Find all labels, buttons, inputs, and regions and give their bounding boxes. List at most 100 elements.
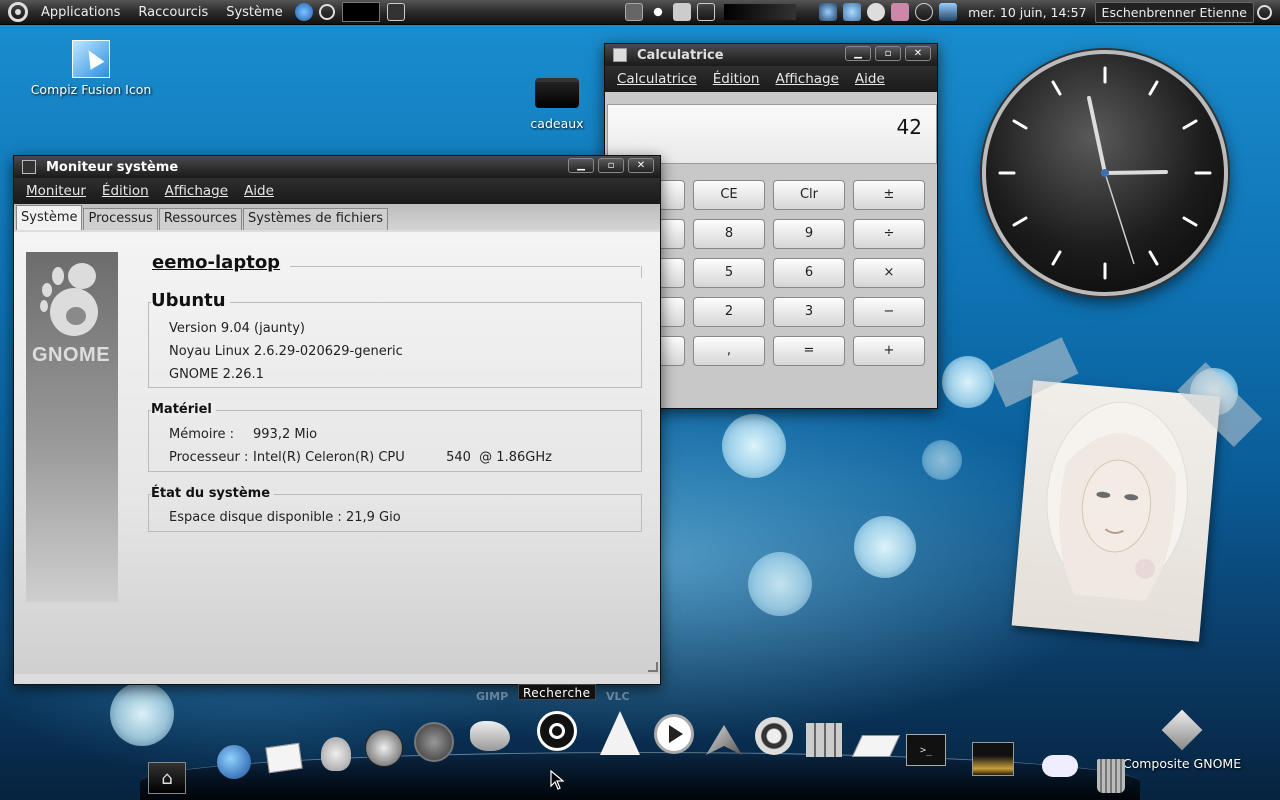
messenger-dock-icon[interactable]: [316, 734, 356, 774]
mail-dock-icon[interactable]: [264, 738, 304, 778]
sysmon-menu-moniteur[interactable]: Moniteur: [18, 183, 94, 199]
faded-label-vlc: VLC: [606, 690, 630, 703]
calc-menu-affichage[interactable]: Affichage: [768, 71, 847, 87]
sysmon-menu-edition[interactable]: Édition: [94, 183, 157, 199]
desktop-icon-composite-gnome[interactable]: Composite GNOME: [1112, 709, 1252, 771]
desktop-icon-label: cadeaux: [530, 116, 584, 131]
trash-applet-icon[interactable]: [673, 3, 692, 21]
sysmon-menu-aide[interactable]: Aide: [236, 183, 282, 199]
cpu-label: Processeur :: [169, 450, 249, 465]
disk-space: Espace disque disponible : 21,9 Gio: [169, 510, 401, 525]
calc-button-equals[interactable]: =: [773, 336, 845, 366]
brightness-icon[interactable]: [649, 3, 668, 21]
calc-button-clr[interactable]: Clr: [773, 180, 845, 210]
hostname: eemo-laptop: [152, 252, 281, 273]
calc-menu-calculatrice[interactable]: Calculatrice: [609, 71, 705, 87]
minimize-button[interactable]: ▁: [568, 158, 594, 173]
firefox-icon[interactable]: [214, 742, 254, 782]
close-button[interactable]: ✕: [905, 46, 931, 61]
terminal-icon[interactable]: >_: [906, 734, 946, 766]
calc-menu-aide[interactable]: Aide: [847, 71, 893, 87]
synaptic-icon[interactable]: [364, 728, 404, 768]
folder-icon: [535, 78, 579, 108]
calculator-window-icon: [613, 48, 627, 62]
settings-dock-icon[interactable]: [414, 722, 454, 762]
sysmon-titlebar[interactable]: Moniteur système ▁ ▫ ✕: [14, 156, 660, 178]
desktop-icon-compiz[interactable]: Compiz Fusion Icon: [26, 40, 156, 97]
tab-systeme[interactable]: Système: [16, 205, 83, 230]
show-desktop-icon[interactable]: [386, 3, 405, 21]
desktop-icon-cadeaux[interactable]: cadeaux: [522, 78, 592, 131]
bokeh-light: [110, 682, 174, 746]
menu-raccourcis[interactable]: Raccourcis: [129, 0, 217, 25]
minimize-button[interactable]: ▁: [845, 46, 871, 61]
text-editor-icon[interactable]: [851, 726, 901, 766]
home-folder-icon[interactable]: ⌂: [148, 762, 186, 794]
calc-button-5[interactable]: 5: [693, 258, 765, 288]
cpu-graph-applet: [724, 4, 797, 20]
sysmon-menu-affichage[interactable]: Affichage: [157, 183, 236, 199]
flower-icon[interactable]: [891, 3, 910, 21]
calc-button-ce[interactable]: CE: [693, 180, 765, 210]
settings-icon[interactable]: [915, 3, 934, 21]
calc-button-decimal[interactable]: ,: [693, 336, 765, 366]
calc-button-3[interactable]: 3: [773, 297, 845, 327]
gimp-icon[interactable]: [470, 716, 510, 756]
firefox-launcher-icon[interactable]: [294, 3, 313, 21]
resize-grip-icon[interactable]: [648, 662, 658, 672]
tab-ressources[interactable]: Ressources: [158, 208, 242, 230]
ubuntu-logo-icon[interactable]: [8, 2, 28, 22]
inkscape-icon[interactable]: [704, 720, 744, 760]
bokeh-light: [942, 356, 994, 408]
workspaces-icon[interactable]: [804, 720, 844, 760]
media-player-icon[interactable]: [654, 714, 694, 754]
search-icon[interactable]: [534, 708, 580, 754]
analog-clock-widget[interactable]: [982, 50, 1228, 296]
tab-processus[interactable]: Processus: [83, 208, 158, 230]
calc-button-divide[interactable]: ÷: [853, 219, 925, 249]
trash-icon[interactable]: [1094, 756, 1128, 796]
volume-icon[interactable]: [939, 3, 958, 21]
gnome-version: GNOME 2.26.1: [169, 367, 264, 382]
close-button[interactable]: ✕: [628, 158, 654, 173]
calc-button-plus[interactable]: +: [853, 336, 925, 366]
power-icon[interactable]: [1257, 4, 1272, 20]
calc-button-minus[interactable]: −: [853, 297, 925, 327]
calculator-titlebar[interactable]: Calculatrice ▁ ▫ ✕: [605, 44, 937, 66]
calc-button-plus-minus[interactable]: ±: [853, 180, 925, 210]
panel-clock[interactable]: mer. 10 juin, 14:57: [960, 5, 1094, 20]
system-monitor-window[interactable]: Moniteur système ▁ ▫ ✕ Moniteur Édition …: [13, 155, 661, 685]
messenger-icon[interactable]: [843, 3, 862, 21]
maximize-button[interactable]: ▫: [875, 46, 901, 61]
bokeh-light: [854, 516, 916, 578]
calc-menu-edition[interactable]: Édition: [705, 71, 768, 87]
video-editor-icon[interactable]: [754, 716, 794, 756]
weather-icon[interactable]: [1040, 746, 1080, 786]
calc-button-9[interactable]: 9: [773, 219, 845, 249]
user-switcher[interactable]: Eschenbrenner Etienne: [1094, 1, 1254, 23]
network-icon[interactable]: [819, 3, 838, 21]
top-panel: Applications Raccourcis Système mer. 10 …: [0, 0, 1280, 25]
system-status-section: État du système Espace disque disponible…: [148, 486, 642, 532]
image-viewer-icon[interactable]: [972, 742, 1014, 776]
workspace-switcher-icon[interactable]: [697, 3, 716, 21]
menu-applications[interactable]: Applications: [32, 0, 129, 25]
calc-button-6[interactable]: 6: [773, 258, 845, 288]
clock-face-icon: [998, 66, 1212, 280]
refresh-icon[interactable]: [318, 4, 335, 20]
sysmon-system-panel: GNOME eemo-laptop Ubuntu Version 9.04 (j…: [14, 232, 660, 674]
drive-icon[interactable]: [625, 3, 644, 21]
system-monitor-applet[interactable]: [341, 2, 380, 22]
maximize-button[interactable]: ▫: [598, 158, 624, 173]
mail-icon[interactable]: [867, 3, 886, 21]
vlc-icon[interactable]: [598, 708, 642, 758]
tab-systemes-de-fichiers[interactable]: Systèmes de fichiers: [242, 208, 389, 230]
calc-button-2[interactable]: 2: [693, 297, 765, 327]
calc-button-multiply[interactable]: ×: [853, 258, 925, 288]
photo-frame-widget[interactable]: [989, 337, 1263, 642]
calc-button-8[interactable]: 8: [693, 219, 765, 249]
os-section: Ubuntu Version 9.04 (jaunty) Noyau Linux…: [148, 290, 642, 388]
portrait-image: [1046, 401, 1188, 601]
menu-systeme[interactable]: Système: [217, 0, 291, 25]
faded-label-gimp: GIMP: [476, 690, 509, 703]
